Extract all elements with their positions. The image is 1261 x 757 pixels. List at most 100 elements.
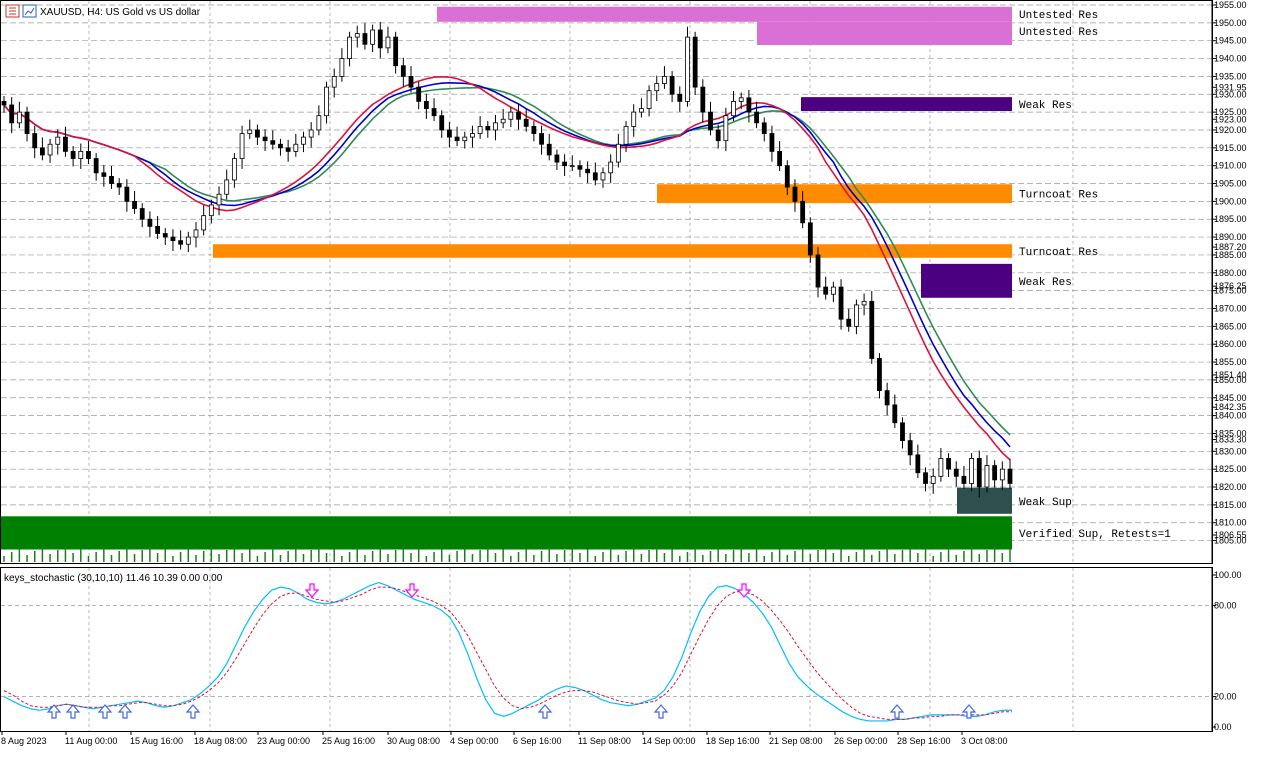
price-tick-label: 1825.00 <box>1214 464 1247 474</box>
stoch-tick-label: 80.00 <box>1214 600 1237 610</box>
candle-body <box>408 76 414 88</box>
candle-body <box>270 140 276 145</box>
candle-body <box>39 147 45 156</box>
time-label: 18 Sep 16:00 <box>706 736 760 746</box>
candle-body <box>523 118 529 127</box>
chart-canvas[interactable]: Untested Res Untested Res Weak Res Turncoat… <box>0 0 1261 752</box>
candle-body <box>938 458 944 477</box>
candle-body <box>646 90 652 109</box>
price-tick-label: 1805.00 <box>1214 536 1247 546</box>
candle-body <box>201 215 207 231</box>
price-tick-label: 1915.00 <box>1214 143 1247 153</box>
candle-body <box>216 193 222 206</box>
symbol-icon[interactable] <box>5 4 20 18</box>
time-label: 26 Sep 00:00 <box>834 736 888 746</box>
candle-body <box>708 111 713 131</box>
candle-body <box>324 86 329 117</box>
time-label: 28 Sep 16:00 <box>897 736 951 746</box>
candle-body <box>516 111 521 120</box>
candle-body <box>439 115 445 131</box>
candle-body <box>830 286 836 295</box>
candle-body <box>316 115 322 131</box>
candle-body <box>554 154 560 163</box>
candle-body <box>769 133 775 152</box>
candle-body <box>715 129 721 142</box>
candle-body <box>784 165 790 188</box>
candle-body <box>255 129 260 138</box>
candle-body <box>685 36 690 102</box>
candle-body <box>608 161 614 174</box>
candle-body <box>585 168 591 174</box>
candle-body <box>623 125 629 145</box>
price-tick-label: 1865.00 <box>1214 321 1247 331</box>
price-tick-label: 1940.00 <box>1214 54 1247 64</box>
price-tick-label: 1950.00 <box>1214 18 1247 28</box>
candle-body <box>170 236 176 242</box>
time-label: 18 Aug 08:00 <box>194 736 247 746</box>
candle-body <box>155 225 160 234</box>
candle-body <box>662 76 667 84</box>
price-tick-label: 1945.00 <box>1214 36 1247 46</box>
candle-body <box>923 472 928 484</box>
candle-body <box>569 165 575 168</box>
candle-body <box>193 229 199 238</box>
candle-body <box>393 36 399 67</box>
candle-body <box>377 29 383 49</box>
candle-body <box>500 118 506 124</box>
time-label: 6 Sep 16:00 <box>513 736 562 746</box>
candle-body <box>976 458 982 488</box>
candle-body <box>416 86 422 102</box>
candle-body <box>592 172 598 181</box>
candle-body <box>854 304 859 327</box>
candle-body <box>930 475 936 484</box>
time-label: 30 Aug 08:00 <box>387 736 440 746</box>
candle-body <box>63 136 68 152</box>
candle-body <box>738 97 744 102</box>
candle-body <box>531 125 537 134</box>
candle-body <box>470 133 475 138</box>
candle-body <box>47 143 53 156</box>
candle-body <box>539 133 544 145</box>
candle-body <box>838 286 844 320</box>
zone-label: Weak Sup <box>1019 497 1072 509</box>
candle-body <box>400 65 406 77</box>
zone-rect[interactable] <box>1 516 1012 550</box>
candle-body <box>301 136 306 145</box>
candle-body <box>231 158 237 181</box>
candle-body <box>347 36 352 59</box>
candle-body <box>208 204 214 217</box>
price-tick-label: 1840.00 <box>1214 411 1247 421</box>
candle-body <box>823 286 829 295</box>
candle-body <box>884 390 890 406</box>
candle-body <box>109 175 114 184</box>
zone-rect[interactable] <box>657 184 1012 204</box>
candle-body <box>999 468 1005 481</box>
candle-body <box>761 122 767 134</box>
zone-rect[interactable] <box>921 263 1012 298</box>
candle-body <box>577 165 583 170</box>
time-label: 8 Aug 2023 <box>1 736 47 746</box>
zone-rect[interactable] <box>757 21 1012 45</box>
chart-window[interactable]: Untested Res Untested Res Weak Res Turncoat… <box>0 0 1261 752</box>
zone-label: Verified Sup, Retests=1 <box>1019 529 1171 541</box>
chart-type-icon[interactable] <box>22 4 37 18</box>
candle-body <box>116 183 122 188</box>
candle-body <box>354 33 360 38</box>
candle-body <box>1007 468 1013 484</box>
price-tick-label: 1875.00 <box>1214 286 1247 296</box>
zone-label: Turncoat Res <box>1019 247 1098 259</box>
candle-body <box>70 150 76 159</box>
zone-rect[interactable] <box>437 6 1012 22</box>
candle-body <box>777 150 783 167</box>
zone-rect[interactable] <box>801 97 1012 112</box>
zone-rect[interactable] <box>957 487 1012 514</box>
candle-body <box>754 111 759 124</box>
candle-body <box>101 172 107 177</box>
time-label: 14 Sep 00:00 <box>642 736 696 746</box>
price-tick-label: 1885.00 <box>1214 250 1247 260</box>
candle-body <box>239 133 245 159</box>
candle-body <box>961 475 967 484</box>
time-label: 23 Aug 00:00 <box>257 736 310 746</box>
candle-body <box>285 147 291 152</box>
candle-body <box>562 161 567 167</box>
